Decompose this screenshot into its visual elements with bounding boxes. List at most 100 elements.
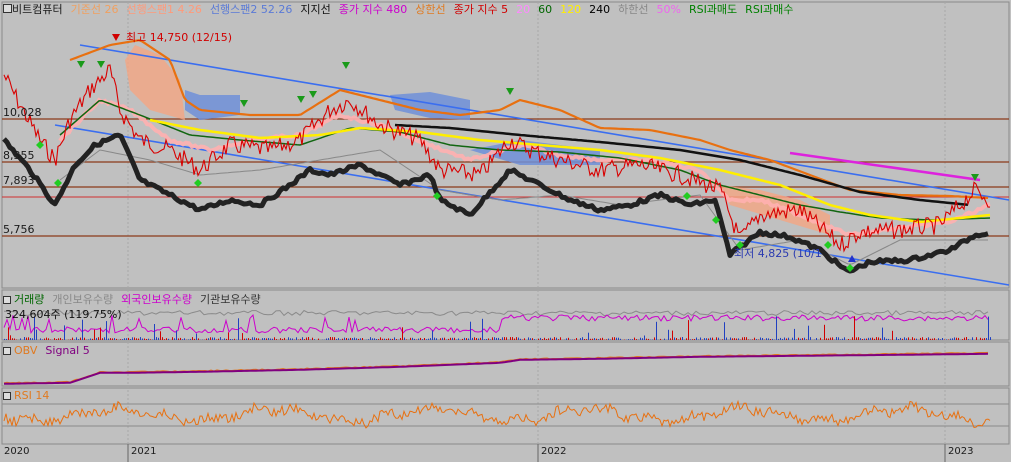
rsi-toggle-icon[interactable] [3,392,11,400]
legend-item[interactable]: 지지선 [300,3,330,16]
volume-bar [766,338,767,340]
price-label: 8,355 [3,149,35,162]
volume-legend-item[interactable]: 거래량 [14,293,44,306]
legend-item[interactable]: 60 [538,3,552,16]
volume-bar [194,338,195,340]
x-tick: 2021 [131,446,157,457]
volume-bar [10,335,11,340]
obv-legend-item[interactable]: OBV [14,344,37,357]
volume-bar [758,339,759,340]
volume-bar [920,337,921,340]
volume-bar [976,337,977,340]
volume-bar [768,338,769,340]
volume-bar [780,337,781,340]
legend-item[interactable]: RSI과매도 [689,3,737,16]
volume-bar [162,337,163,340]
volume-bar [174,338,175,340]
volume-bar [652,339,653,340]
volume-bar [362,338,363,340]
legend-item[interactable]: 기준선 26 [71,3,119,16]
obv-legend-item[interactable]: Signal 5 [45,344,89,357]
volume-bar [58,338,59,340]
volume-bar [332,337,333,340]
volume-bar [710,337,711,340]
volume-bar [618,337,619,340]
legend-item[interactable]: 20 [516,3,530,16]
volume-bar [256,338,257,340]
volume-bar [528,337,529,340]
volume-bar [982,338,983,340]
volume-bar [238,318,239,340]
volume-bar [964,337,965,340]
legend-item[interactable]: 종가 지수 480 [339,3,407,16]
volume-bar [928,337,929,340]
volume-bar [404,337,405,340]
volume-bar [838,337,839,340]
x-tick: 2020 [4,446,30,457]
volume-bar [432,330,433,340]
volume-bar [478,338,479,340]
volume-bar [46,337,47,340]
volume-bar [644,335,645,340]
volume-bar [776,316,777,340]
volume-bar [416,339,417,340]
legend-item[interactable]: 선행스팬1 4.26 [126,3,201,16]
volume-bar [694,339,695,340]
legend-item[interactable]: 비트컴퓨터 [12,3,63,16]
volume-bar [984,338,985,340]
volume-bar [344,337,345,340]
volume-bar [858,337,859,340]
legend-item[interactable]: 종가 지수 5 [454,3,508,16]
volume-bar [360,338,361,340]
volume-bar [616,337,617,340]
volume-bar [142,338,143,340]
volume-bar [844,337,845,340]
volume-bar [910,339,911,340]
rsi-legend-item[interactable]: RSI 14 [14,389,49,402]
volume-legend-item[interactable]: 기관보유수량 [200,293,261,306]
volume-bar [826,338,827,340]
volume-bar [760,337,761,340]
volume-bar [884,337,885,340]
volume-bar [646,338,647,340]
volume-bar [672,330,673,340]
volume-bar [172,337,173,340]
legend-item[interactable]: RSI과매수 [745,3,793,16]
volume-bar [430,338,431,340]
volume-bar [394,337,395,340]
volume-bar [856,337,857,340]
volume-bar [680,337,681,340]
volume-toggle-icon[interactable] [3,296,11,304]
volume-bar [816,338,817,340]
legend-item[interactable]: 240 [589,3,610,16]
volume-bar [274,337,275,340]
volume-bar [668,329,669,340]
volume-bar [314,339,315,340]
volume-bar [748,339,749,340]
volume-bar [614,337,615,340]
volume-bar [340,339,341,340]
volume-bar [62,339,63,340]
legend-item[interactable]: 120 [560,3,581,16]
legend-item[interactable]: 50% [656,3,680,16]
volume-bar [112,338,113,340]
volume-legend-item[interactable]: 외국인보유수량 [121,293,192,306]
legend-toggle-icon[interactable] [3,4,12,13]
legend-item[interactable]: 상한선 [415,3,445,16]
volume-bar [574,339,575,340]
volume-bar [108,338,109,340]
volume-bar [722,339,723,340]
volume-legend-item[interactable]: 개인보유수량 [52,293,113,306]
volume-bar [532,338,533,340]
volume-bar [916,338,917,340]
volume-bar [106,321,107,340]
legend-item[interactable]: 하한선 [618,3,648,16]
volume-bar [122,339,123,340]
volume-bar [582,337,583,340]
volume-bar [180,337,181,340]
volume-bar [4,338,5,340]
volume-bar [140,337,141,340]
volume-bar [554,337,555,340]
legend-item[interactable]: 선행스팬2 52.26 [210,3,292,16]
obv-toggle-icon[interactable] [3,347,11,355]
